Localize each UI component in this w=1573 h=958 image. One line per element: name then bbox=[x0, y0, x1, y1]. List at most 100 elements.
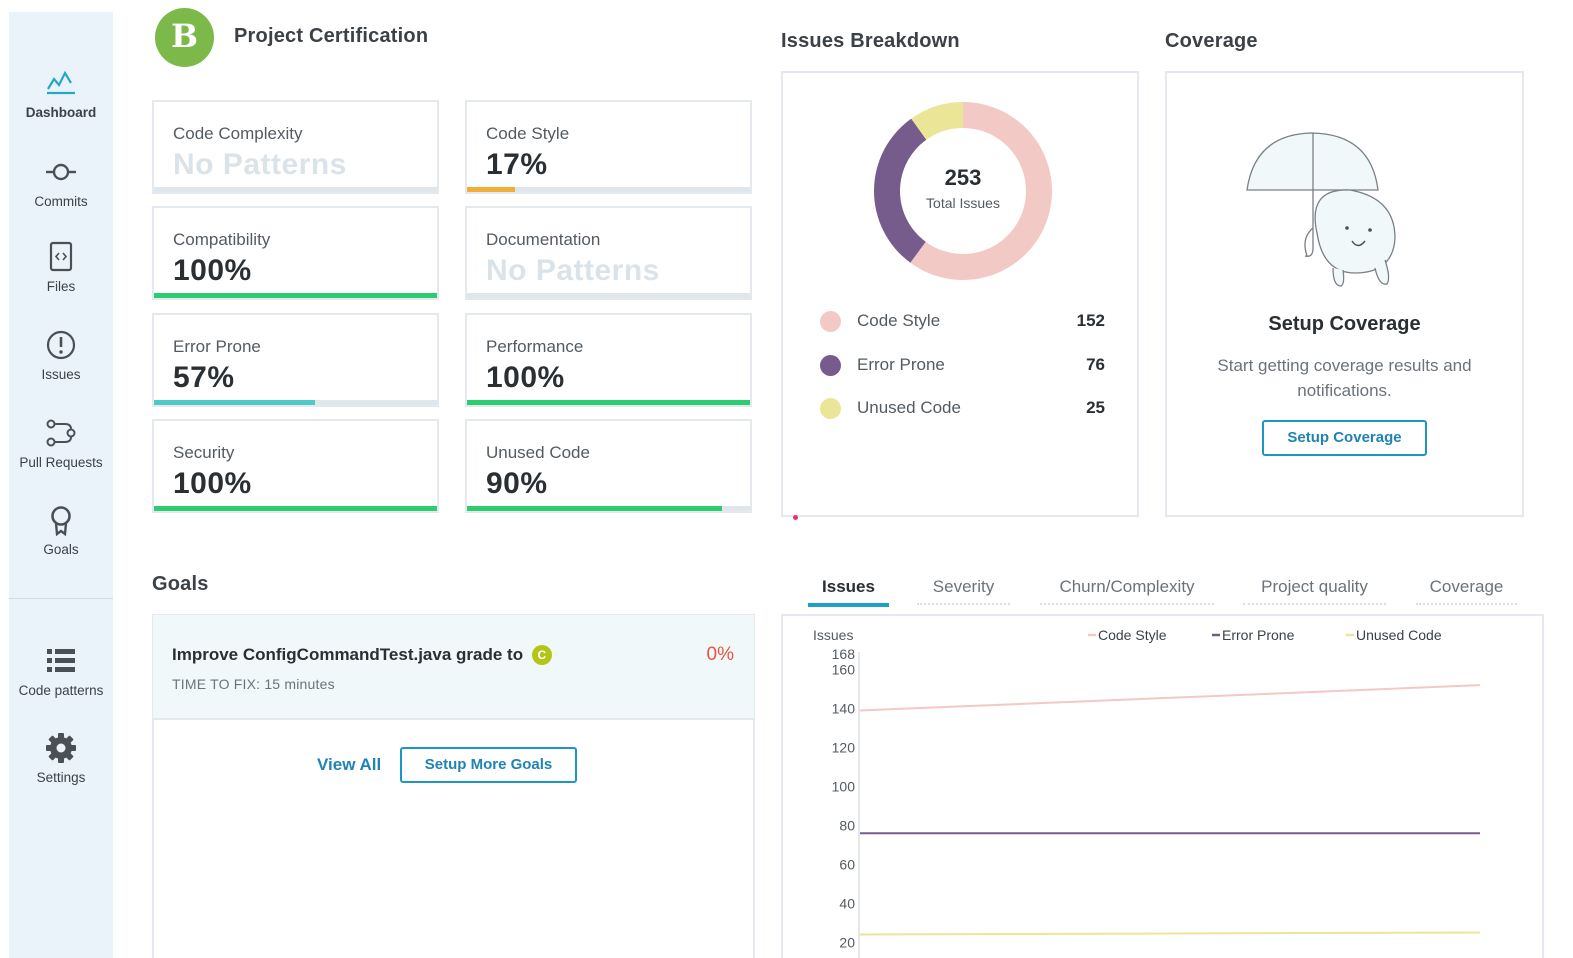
chart-y-tick-label: 160 bbox=[832, 662, 856, 678]
list-icon bbox=[47, 649, 75, 672]
pull-request-icon bbox=[46, 419, 76, 447]
metric-value: No Patterns bbox=[486, 254, 660, 287]
metric-card-documentation[interactable]: Documentation No Patterns bbox=[465, 206, 752, 300]
coverage-title: Coverage bbox=[1165, 30, 1258, 52]
chart-y-tick-label: 40 bbox=[839, 895, 855, 911]
goal-item[interactable]: Improve ConfigCommandTest.java grade to … bbox=[153, 615, 754, 720]
sidebar-item-label: Settings bbox=[36, 770, 86, 785]
setup-coverage-description: Start getting coverage results and notif… bbox=[1217, 356, 1472, 400]
active-item-pointer bbox=[104, 74, 112, 90]
legend-label: Code Style bbox=[857, 311, 941, 330]
sidebar-item-label: Files bbox=[46, 279, 76, 294]
goal-text-line: Improve ConfigCommandTest.java grade to … bbox=[172, 645, 552, 665]
sidebar-item-code-patterns[interactable]: Code patterns bbox=[9, 645, 113, 698]
metric-progress-fill bbox=[467, 506, 722, 511]
legend-dot bbox=[820, 398, 841, 419]
goal-grade-badge: C bbox=[531, 645, 552, 665]
metric-name: Unused Code bbox=[486, 443, 590, 462]
goals-title: Goals bbox=[152, 573, 209, 595]
metric-name: Error Prone bbox=[173, 337, 261, 356]
sidebar-item-label: Goals bbox=[43, 542, 79, 557]
issues-line-chart: Issues 20 40 60 80 100 120 140 160168 Code Styl… bbox=[813, 627, 1481, 958]
metric-card-error-prone[interactable]: Error Prone 57% bbox=[152, 313, 439, 407]
project-grade-badge: B bbox=[155, 8, 214, 67]
legend-item-code-style: Code Style 152 bbox=[820, 309, 1105, 333]
legend-dot bbox=[820, 355, 841, 376]
sidebar-item-commits[interactable]: Commits bbox=[9, 156, 113, 209]
metric-progress-bar bbox=[467, 400, 750, 405]
metric-progress-bar bbox=[154, 187, 437, 192]
legend-label: Unused Code bbox=[857, 398, 961, 417]
page-title: Project Certification bbox=[234, 25, 429, 47]
issues-breakdown-title: Issues Breakdown bbox=[781, 30, 960, 52]
metric-value: 100% bbox=[173, 467, 252, 500]
chart-y-tick-label: 100 bbox=[832, 778, 856, 794]
chart-legend-label: Error Prone bbox=[1222, 627, 1295, 643]
metric-card-unused-code[interactable]: Unused Code 90% bbox=[465, 419, 752, 513]
chart-series-line bbox=[859, 931, 1481, 936]
sidebar-item-label: Code patterns bbox=[18, 683, 104, 698]
coverage-panel: Setup Coverage Start getting coverage re… bbox=[1165, 71, 1524, 517]
metric-progress-fill bbox=[154, 400, 316, 405]
metric-progress-bar bbox=[467, 187, 750, 192]
metric-card-compatibility[interactable]: Compatibility 100% bbox=[152, 206, 439, 300]
tab-severity[interactable]: Severity bbox=[917, 577, 1010, 605]
chart-y-axis-label: Issues bbox=[813, 627, 853, 643]
chart-legend-label: Code Style bbox=[1098, 627, 1167, 643]
issues-chart-panel: Issues 20 40 60 80 100 120 140 160 168 Code Styl… bbox=[781, 614, 1544, 958]
metric-name: Code Complexity bbox=[173, 124, 303, 143]
tab-coverage[interactable]: Coverage bbox=[1416, 577, 1517, 605]
chart-y-tick-label: 20 bbox=[839, 934, 855, 950]
legend-item-unused-code: Unused Code 25 bbox=[820, 396, 1105, 420]
sidebar-item-dashboard[interactable]: Dashboard bbox=[9, 67, 113, 120]
sidebar-item-files[interactable]: Files bbox=[9, 241, 113, 294]
issues-breakdown-panel: 253 Total Issues Code Style 152 Error Pr… bbox=[781, 71, 1139, 517]
view-all-link[interactable]: View All bbox=[317, 755, 381, 775]
metric-progress-bar bbox=[154, 400, 437, 405]
setup-more-goals-button[interactable]: Setup More Goals bbox=[400, 747, 577, 783]
chart-y-tick-label: 168 bbox=[832, 646, 856, 662]
sidebar-item-issues[interactable]: Issues bbox=[9, 329, 113, 382]
metric-card-performance[interactable]: Performance 100% bbox=[465, 313, 752, 407]
setup-coverage-heading: Setup Coverage bbox=[1268, 313, 1421, 335]
goal-text: Improve ConfigCommandTest.java grade to bbox=[172, 645, 524, 664]
metric-card-security[interactable]: Security 100% bbox=[152, 419, 439, 513]
tab-project-quality[interactable]: Project quality bbox=[1243, 577, 1386, 605]
commit-icon bbox=[46, 163, 76, 181]
dashboard-icon bbox=[47, 70, 75, 95]
metric-card-code-style[interactable]: Code Style 17% bbox=[465, 100, 752, 194]
sidebar-item-settings[interactable]: Settings bbox=[9, 732, 113, 785]
sidebar-item-pull-requests[interactable]: Pull Requests bbox=[9, 417, 113, 470]
metric-progress-fill bbox=[154, 506, 437, 511]
metric-progress-bar bbox=[154, 506, 437, 511]
metric-card-code-complexity[interactable]: Code Complexity No Patterns bbox=[152, 100, 439, 194]
issues-donut-chart bbox=[874, 102, 1052, 280]
sidebar-item-label: Commits bbox=[34, 194, 88, 209]
sidebar-item-label: Dashboard bbox=[25, 105, 97, 120]
tab-issues[interactable]: Issues bbox=[808, 577, 889, 607]
tab-churn-complexity[interactable]: Churn/Complexity bbox=[1040, 577, 1214, 605]
metric-name: Performance bbox=[486, 337, 584, 356]
sidebar-item-label: Issues bbox=[41, 367, 81, 382]
sidebar: Dashboard Commits Files Issues Pull Requ… bbox=[9, 12, 113, 958]
metric-name: Security bbox=[173, 443, 235, 462]
metric-name: Documentation bbox=[486, 230, 601, 249]
chart-y-tick-label: 140 bbox=[832, 701, 856, 717]
metric-progress-fill bbox=[467, 400, 750, 405]
goal-time-to-fix: TIME TO FIX: 15 minutes bbox=[172, 676, 335, 692]
sidebar-item-goals[interactable]: Goals bbox=[9, 504, 113, 557]
metric-value: 100% bbox=[173, 254, 252, 287]
goal-percent: 0% bbox=[706, 644, 734, 665]
setup-coverage-button[interactable]: Setup Coverage bbox=[1262, 420, 1427, 456]
legend-count: 76 bbox=[1086, 355, 1105, 374]
chart-legend-label: Unused Code bbox=[1356, 627, 1442, 643]
pink-marker-dot bbox=[793, 515, 798, 520]
metric-progress-fill bbox=[154, 293, 437, 298]
chart-series-line bbox=[859, 684, 1481, 712]
metric-progress-bar bbox=[154, 293, 437, 298]
metric-progress-fill bbox=[467, 187, 516, 192]
sidebar-item-label: Pull Requests bbox=[19, 455, 103, 470]
total-issues-label: Total Issues bbox=[926, 195, 1000, 211]
metric-name: Compatibility bbox=[173, 230, 271, 249]
metric-progress-bar bbox=[467, 506, 750, 511]
